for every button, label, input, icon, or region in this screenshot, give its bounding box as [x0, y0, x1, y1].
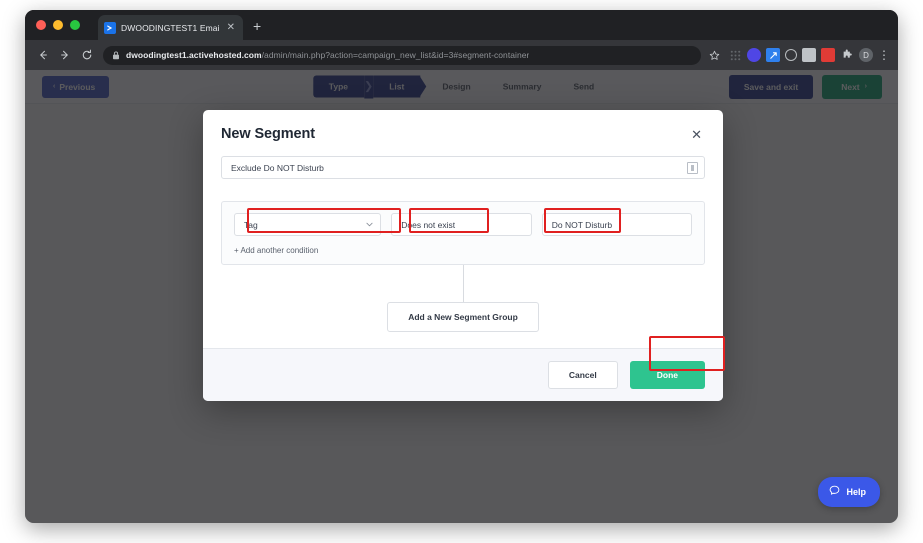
browser-tab-title: DWOODINGTEST1 Email Mark	[121, 23, 220, 33]
activecampaign-favicon	[104, 22, 116, 34]
navigation-buttons	[33, 45, 97, 65]
modal-header: New Segment ✕	[203, 110, 723, 147]
done-button[interactable]: Done	[630, 361, 705, 389]
condition-value-text: Do NOT Disturb	[552, 220, 612, 230]
url-domain: dwoodingtest1.activehosted.com	[126, 50, 262, 60]
save-segment-icon[interactable]	[687, 162, 698, 174]
condition-row: Tag Does not exist Do NOT Disturb	[234, 213, 692, 236]
bookmark-star-icon[interactable]	[705, 46, 723, 64]
help-widget-button[interactable]: Help	[818, 477, 880, 507]
add-new-segment-group-button[interactable]: Add a New Segment Group	[387, 302, 539, 332]
back-icon[interactable]	[33, 45, 53, 65]
puzzle-extension-icon[interactable]	[840, 48, 854, 62]
chrome-menu-icon[interactable]: ⋮	[878, 49, 890, 61]
browser-toolbar: dwoodingtest1.activehosted.com/admin/mai…	[25, 40, 898, 70]
grammarly-extension-icon[interactable]	[747, 48, 761, 62]
screenshot-extension-icon[interactable]	[766, 48, 780, 62]
loom-extension-icon[interactable]	[785, 49, 797, 61]
minimize-window-button[interactable]	[53, 20, 63, 30]
browser-tabstrip: DWOODINGTEST1 Email Mark ✕ +	[25, 10, 898, 40]
condition-operator-select[interactable]: Does not exist	[391, 213, 532, 236]
help-widget-label: Help	[846, 487, 866, 497]
modal-footer: Cancel Done	[203, 348, 723, 401]
cancel-button[interactable]: Cancel	[548, 361, 618, 389]
condition-value-input[interactable]: Do NOT Disturb	[542, 213, 692, 236]
segment-name-value: Exclude Do NOT Disturb	[231, 163, 324, 173]
browser-window: DWOODINGTEST1 Email Mark ✕ + dwoodingtes…	[25, 10, 898, 523]
notes-extension-icon[interactable]	[802, 48, 816, 62]
condition-operator-value: Does not exist	[401, 220, 455, 230]
forward-icon[interactable]	[55, 45, 75, 65]
close-window-button[interactable]	[36, 20, 46, 30]
extensions-menu-icon[interactable]	[729, 49, 742, 62]
recorder-extension-icon[interactable]	[821, 48, 835, 62]
add-group-wrapper: Add a New Segment Group	[221, 302, 705, 332]
condition-field-value: Tag	[244, 220, 258, 230]
new-segment-modal: New Segment ✕ Exclude Do NOT Disturb Tag	[203, 110, 723, 401]
close-tab-icon[interactable]: ✕	[225, 22, 237, 34]
new-tab-button[interactable]: +	[253, 19, 261, 33]
lock-icon	[112, 51, 120, 60]
segment-condition-group: Tag Does not exist Do NOT Disturb + Add	[221, 201, 705, 265]
chevron-down-icon	[366, 220, 373, 229]
chat-bubble-icon	[829, 483, 840, 501]
page-viewport: ‹ Previous Type ❯ List Design Summary	[25, 70, 898, 523]
connector-line	[463, 265, 464, 302]
modal-body: Exclude Do NOT Disturb Tag Does not exis…	[203, 147, 723, 348]
close-icon[interactable]: ✕	[688, 126, 705, 143]
modal-title: New Segment	[221, 126, 315, 142]
address-bar[interactable]: dwoodingtest1.activehosted.com/admin/mai…	[103, 46, 701, 65]
segment-group-connector	[221, 265, 705, 302]
url-path: /admin/main.php?action=campaign_new_list…	[262, 50, 530, 60]
condition-field-select[interactable]: Tag	[234, 213, 381, 236]
window-traffic-lights	[36, 20, 80, 30]
maximize-window-button[interactable]	[70, 20, 80, 30]
profile-avatar[interactable]: D	[859, 48, 873, 62]
browser-extensions: D ⋮	[729, 48, 890, 62]
reload-icon[interactable]	[77, 45, 97, 65]
address-bar-url: dwoodingtest1.activehosted.com/admin/mai…	[126, 46, 529, 65]
add-another-condition-link[interactable]: + Add another condition	[234, 246, 692, 255]
segment-name-input[interactable]: Exclude Do NOT Disturb	[221, 156, 705, 179]
browser-tab[interactable]: DWOODINGTEST1 Email Mark ✕	[98, 15, 243, 40]
